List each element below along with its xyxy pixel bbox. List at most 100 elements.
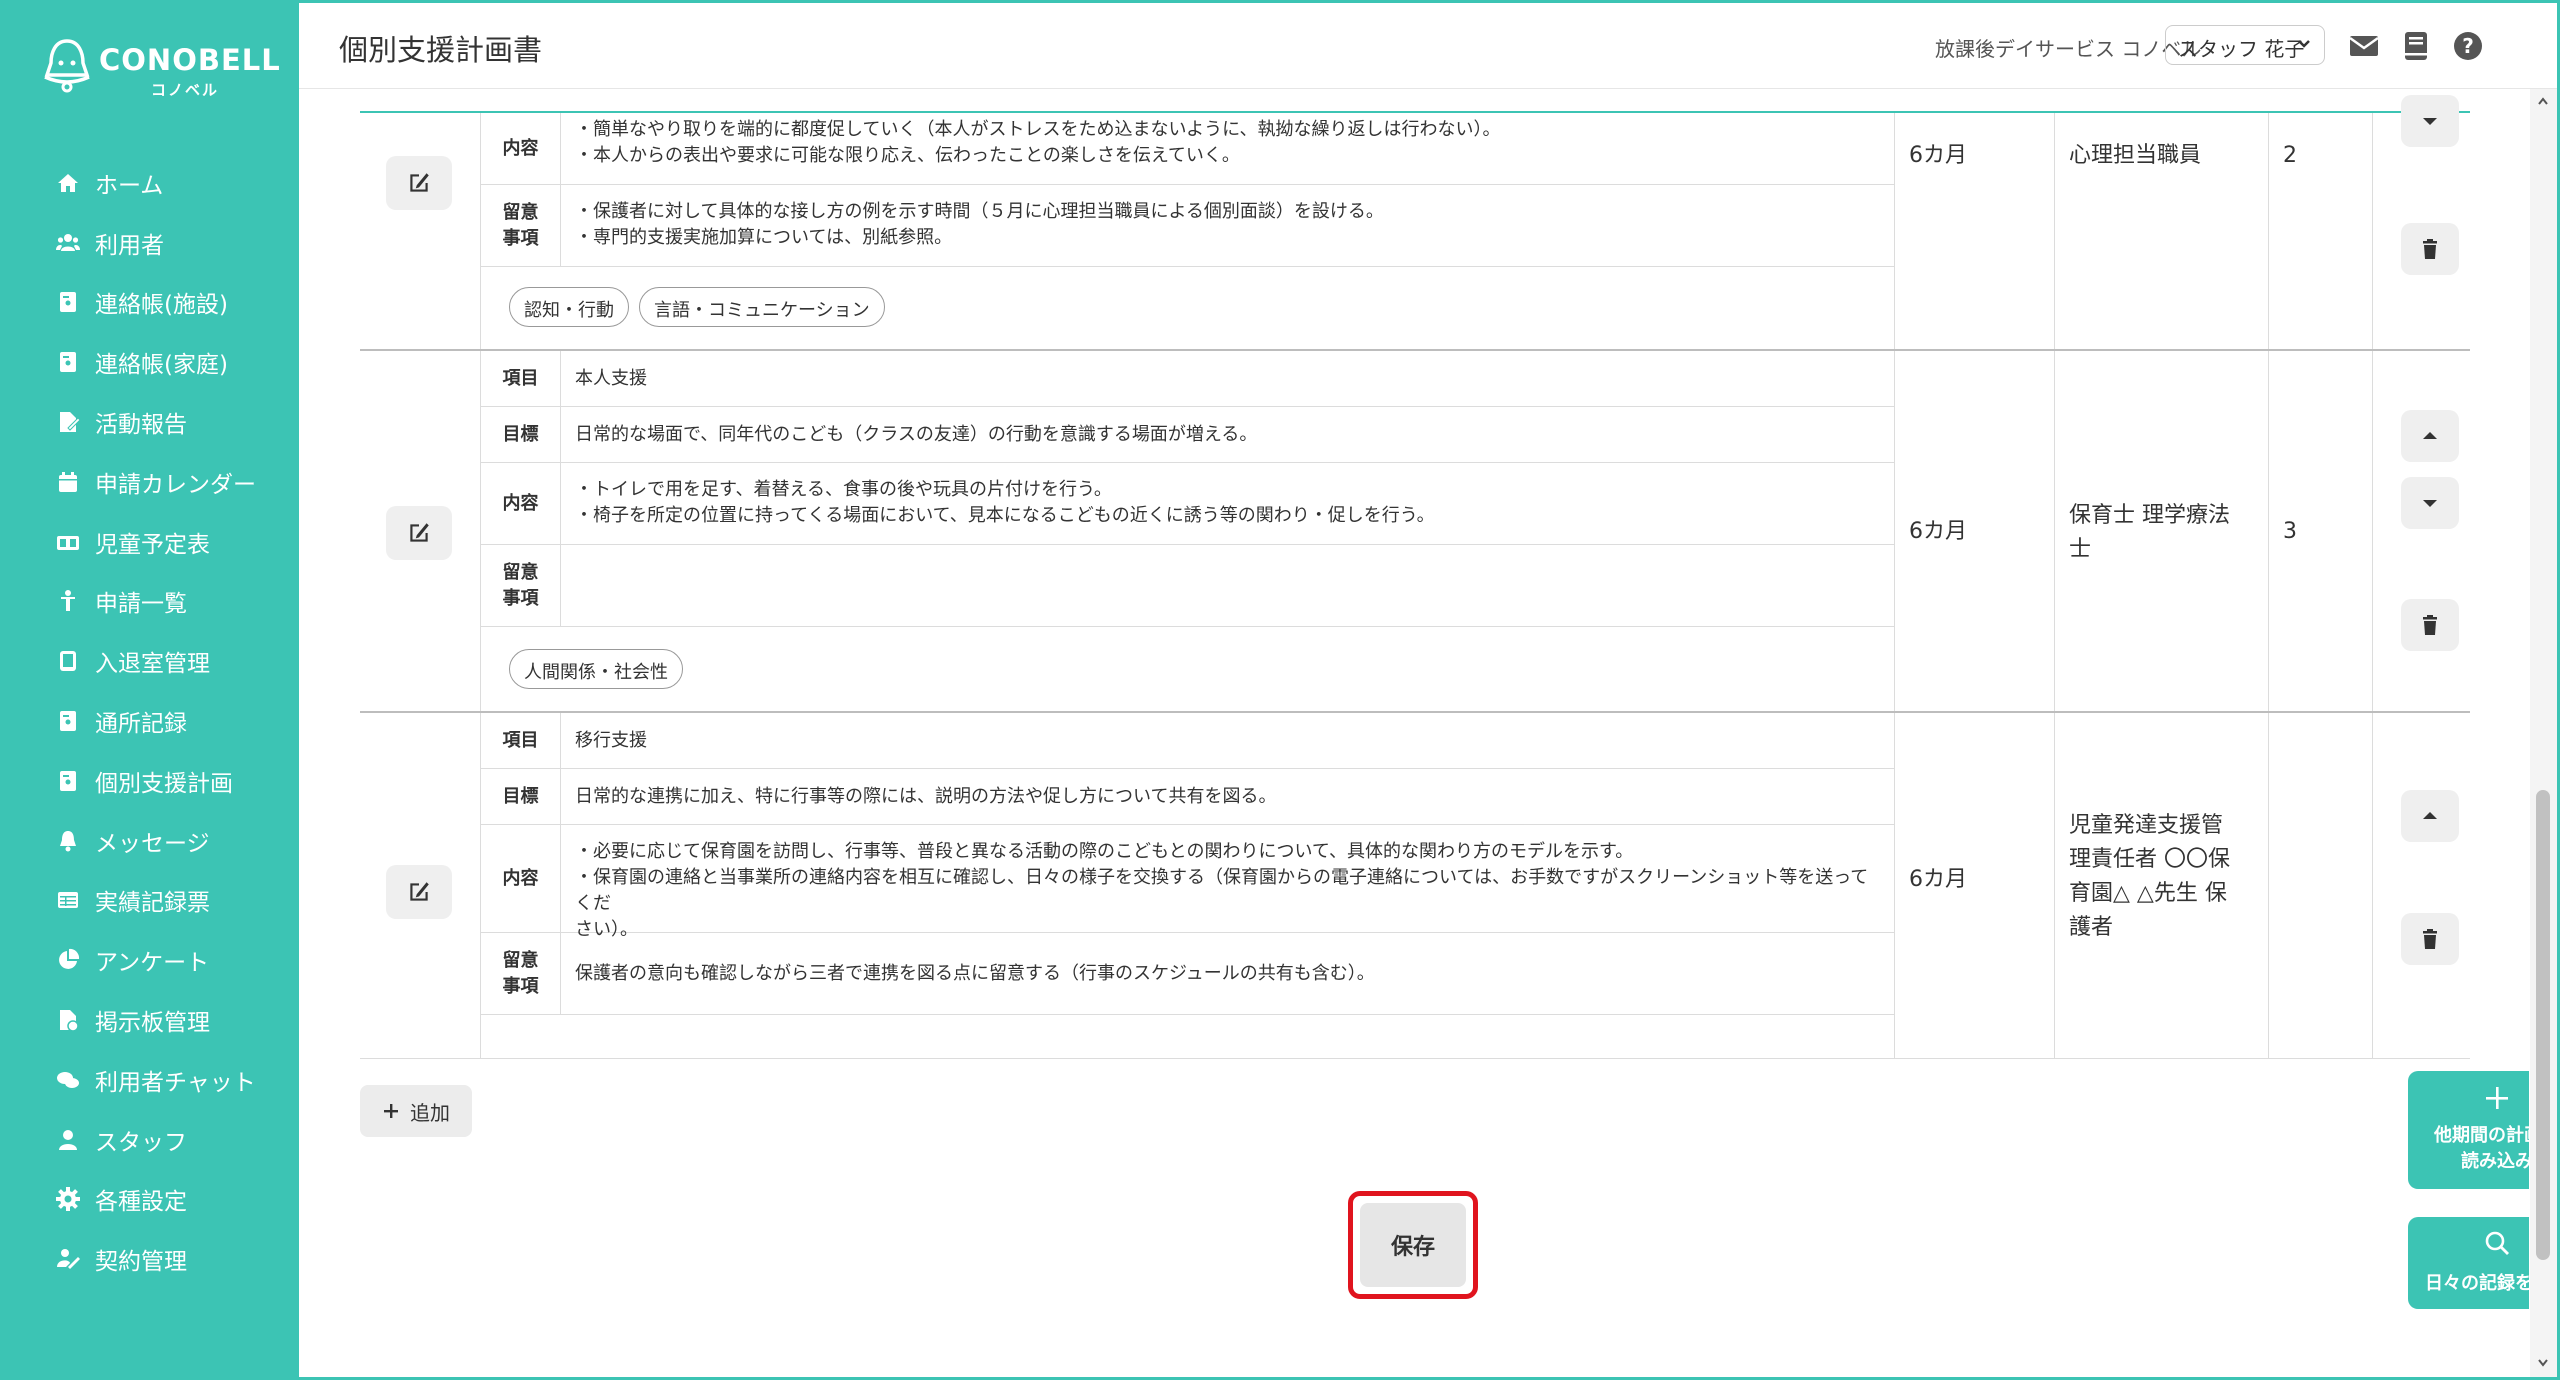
domain-tag: 人間関係・社会性	[509, 649, 683, 689]
edit-button[interactable]	[386, 865, 452, 919]
sidebar-item-board[interactable]: 掲示板管理	[3, 990, 299, 1050]
sidebar: CONOBELL コノベル ホーム 利用者 連絡帳(施設) 連絡帳(家庭) 活動…	[3, 3, 299, 1377]
delete-button[interactable]	[2401, 913, 2459, 965]
notes-line: ・保護者に対して具体的な接し方の例を示す時間（５月に心理担当職員による個別面談）…	[575, 201, 1384, 222]
edit-cell	[360, 113, 481, 349]
sidebar-item-label: 実績記録票	[95, 890, 210, 917]
notes-line: ・専門的支援実施加算については、別紙参照。	[575, 227, 953, 248]
calendar-icon	[55, 469, 81, 495]
sidebar-item-label: ホーム	[95, 172, 164, 199]
daily-records-label: 日々の記録を参照	[2425, 1273, 2529, 1294]
record-icon	[55, 708, 81, 734]
scroll-up-arrow[interactable]	[2536, 94, 2550, 108]
sidebar-item-child-schedule[interactable]: 児童予定表	[3, 512, 299, 572]
item-label: 項目	[481, 713, 561, 768]
order-cell: 2	[2269, 113, 2373, 349]
item-text: 本人支援	[575, 368, 647, 389]
notes-label-line: 留意	[502, 561, 539, 583]
sidebar-item-entry-exit[interactable]: 入退室管理	[3, 631, 299, 691]
caret-down-icon	[2423, 500, 2437, 507]
sidebar-item-label: 児童予定表	[95, 531, 210, 558]
load-plan-label-line: 読み込み	[2461, 1151, 2529, 1172]
caret-up-icon	[2423, 812, 2437, 819]
brand-logo[interactable]: CONOBELL コノベル	[41, 33, 280, 103]
content-section: 内容 ・必要に応じて保育園を訪問し、行事等、普段と異なる活動の際のこどもとの関わ…	[481, 825, 1895, 940]
edit-cell	[360, 713, 481, 1058]
domain-tag: 言語・コミュニケーション	[639, 287, 885, 327]
plan-detail: 内容 ・簡単なやり取りを端的に都度促していく（本人がストレスをため込まないように…	[481, 113, 1895, 349]
sidebar-item-label: 通所記録	[95, 711, 187, 738]
page-title: 個別支援計画書	[339, 33, 543, 67]
tag-area: 人間関係・社会性	[481, 627, 1895, 713]
edit-icon	[410, 523, 429, 542]
mail-icon[interactable]	[2347, 29, 2381, 63]
help-icon[interactable]: ?	[2451, 29, 2485, 63]
tablet-icon	[55, 648, 81, 674]
sidebar-item-label: 連絡帳(家庭)	[95, 352, 228, 379]
bell-logo-icon	[44, 39, 90, 93]
order-cell	[2269, 713, 2373, 1058]
sidebar-item-staff[interactable]: スタッフ	[3, 1110, 299, 1170]
staff-line: 理責任者 〇〇保	[2069, 847, 2230, 872]
period-cell: 6カ月	[1895, 113, 2055, 349]
sidebar-item-message[interactable]: メッセージ	[3, 811, 299, 871]
move-down-button[interactable]	[2401, 95, 2459, 147]
staff-value: 保育士 理学療法士	[2069, 499, 2230, 567]
delete-button[interactable]	[2401, 599, 2459, 651]
sidebar-item-label: 契約管理	[95, 1249, 187, 1276]
sidebar-item-users[interactable]: 利用者	[3, 213, 299, 273]
item-section: 項目 本人支援	[481, 351, 1895, 407]
notes-section: 留意 事項 ・保護者に対して具体的な接し方の例を示す時間（５月に心理担当職員による…	[481, 185, 1895, 267]
edit-button[interactable]	[386, 506, 452, 560]
sidebar-item-request-list[interactable]: 申請一覧	[3, 572, 299, 632]
notes-label-line: 事項	[502, 587, 539, 609]
caret-down-icon	[2423, 118, 2437, 125]
sidebar-item-settings[interactable]: 各種設定	[3, 1170, 299, 1230]
manual-book-icon[interactable]	[2399, 29, 2433, 63]
move-up-button[interactable]	[2401, 410, 2459, 462]
sidebar-item-label: 利用者	[95, 232, 164, 259]
edit-icon	[410, 882, 429, 901]
staff-line: 育園△ △先生 保	[2069, 881, 2227, 906]
sidebar-item-contract[interactable]: 契約管理	[3, 1229, 299, 1289]
content-section: 内容 ・簡単なやり取りを端的に都度促していく（本人がストレスをため込まないように…	[481, 113, 1895, 185]
ops-cell	[2373, 351, 2470, 711]
sidebar-item-label: アンケート	[95, 950, 210, 977]
scroll-down-arrow[interactable]	[2536, 1356, 2550, 1370]
sidebar-item-activity-report[interactable]: 活動報告	[3, 392, 299, 452]
sidebar-item-support-plan[interactable]: 個別支援計画	[3, 751, 299, 811]
move-up-button[interactable]	[2401, 790, 2459, 842]
daily-records-button[interactable]: 日々の記録を参照	[2408, 1217, 2529, 1309]
caret-up-icon	[2423, 432, 2437, 439]
sidebar-item-performance-record[interactable]: 実績記録票	[3, 871, 299, 931]
trash-icon	[2423, 929, 2437, 949]
sidebar-item-label: 個別支援計画	[95, 770, 233, 797]
notes-text: ・保護者に対して具体的な接し方の例を示す時間（５月に心理担当職員による個別面談）…	[575, 199, 1885, 251]
sidebar-item-home[interactable]: ホーム	[3, 153, 299, 213]
content-text: ・簡単なやり取りを端的に都度促していく（本人がストレスをため込まないように、執拗…	[575, 117, 1885, 169]
brand-name: CONOBELL	[99, 43, 281, 77]
sidebar-item-survey[interactable]: アンケート	[3, 930, 299, 990]
sidebar-item-attendance-record[interactable]: 通所記録	[3, 691, 299, 751]
sidebar-item-contact-home[interactable]: 連絡帳(家庭)	[3, 332, 299, 392]
delete-button[interactable]	[2401, 223, 2459, 275]
edit-button[interactable]	[386, 156, 452, 210]
users-icon	[55, 230, 81, 256]
staff-select[interactable]: スタッフ 花子	[2165, 25, 2325, 65]
plan-row: 項目 本人支援 目標 日常的な場面で、同年代のこども（クラスの友達）の行動を意識…	[360, 351, 2470, 713]
sidebar-item-label: スタッフ	[95, 1129, 187, 1156]
sidebar-item-user-chat[interactable]: 利用者チャット	[3, 1050, 299, 1110]
staff-value: 児童発達支援管 理責任者 〇〇保 育園△ △先生 保護者	[2069, 809, 2230, 945]
sidebar-item-request-calendar[interactable]: 申請カレンダー	[3, 452, 299, 512]
staff-line: 護者	[2069, 915, 2114, 940]
save-button[interactable]: 保存	[1360, 1203, 1466, 1287]
order-value: 3	[2283, 519, 2297, 544]
scrollbar-thumb[interactable]	[2536, 790, 2550, 1260]
report-icon	[55, 409, 81, 435]
add-row-button[interactable]: 追加	[360, 1085, 472, 1137]
sidebar-item-contact-facility[interactable]: 連絡帳(施設)	[3, 273, 299, 333]
goal-label: 目標	[481, 407, 561, 462]
load-other-plan-button[interactable]: 他期間の計画書 読み込み	[2408, 1071, 2529, 1189]
move-down-button[interactable]	[2401, 477, 2459, 529]
plan-detail: 項目 移行支援 目標 日常的な連携に加え、特に行事等の際には、説明の方法や促し方…	[481, 713, 1895, 1058]
